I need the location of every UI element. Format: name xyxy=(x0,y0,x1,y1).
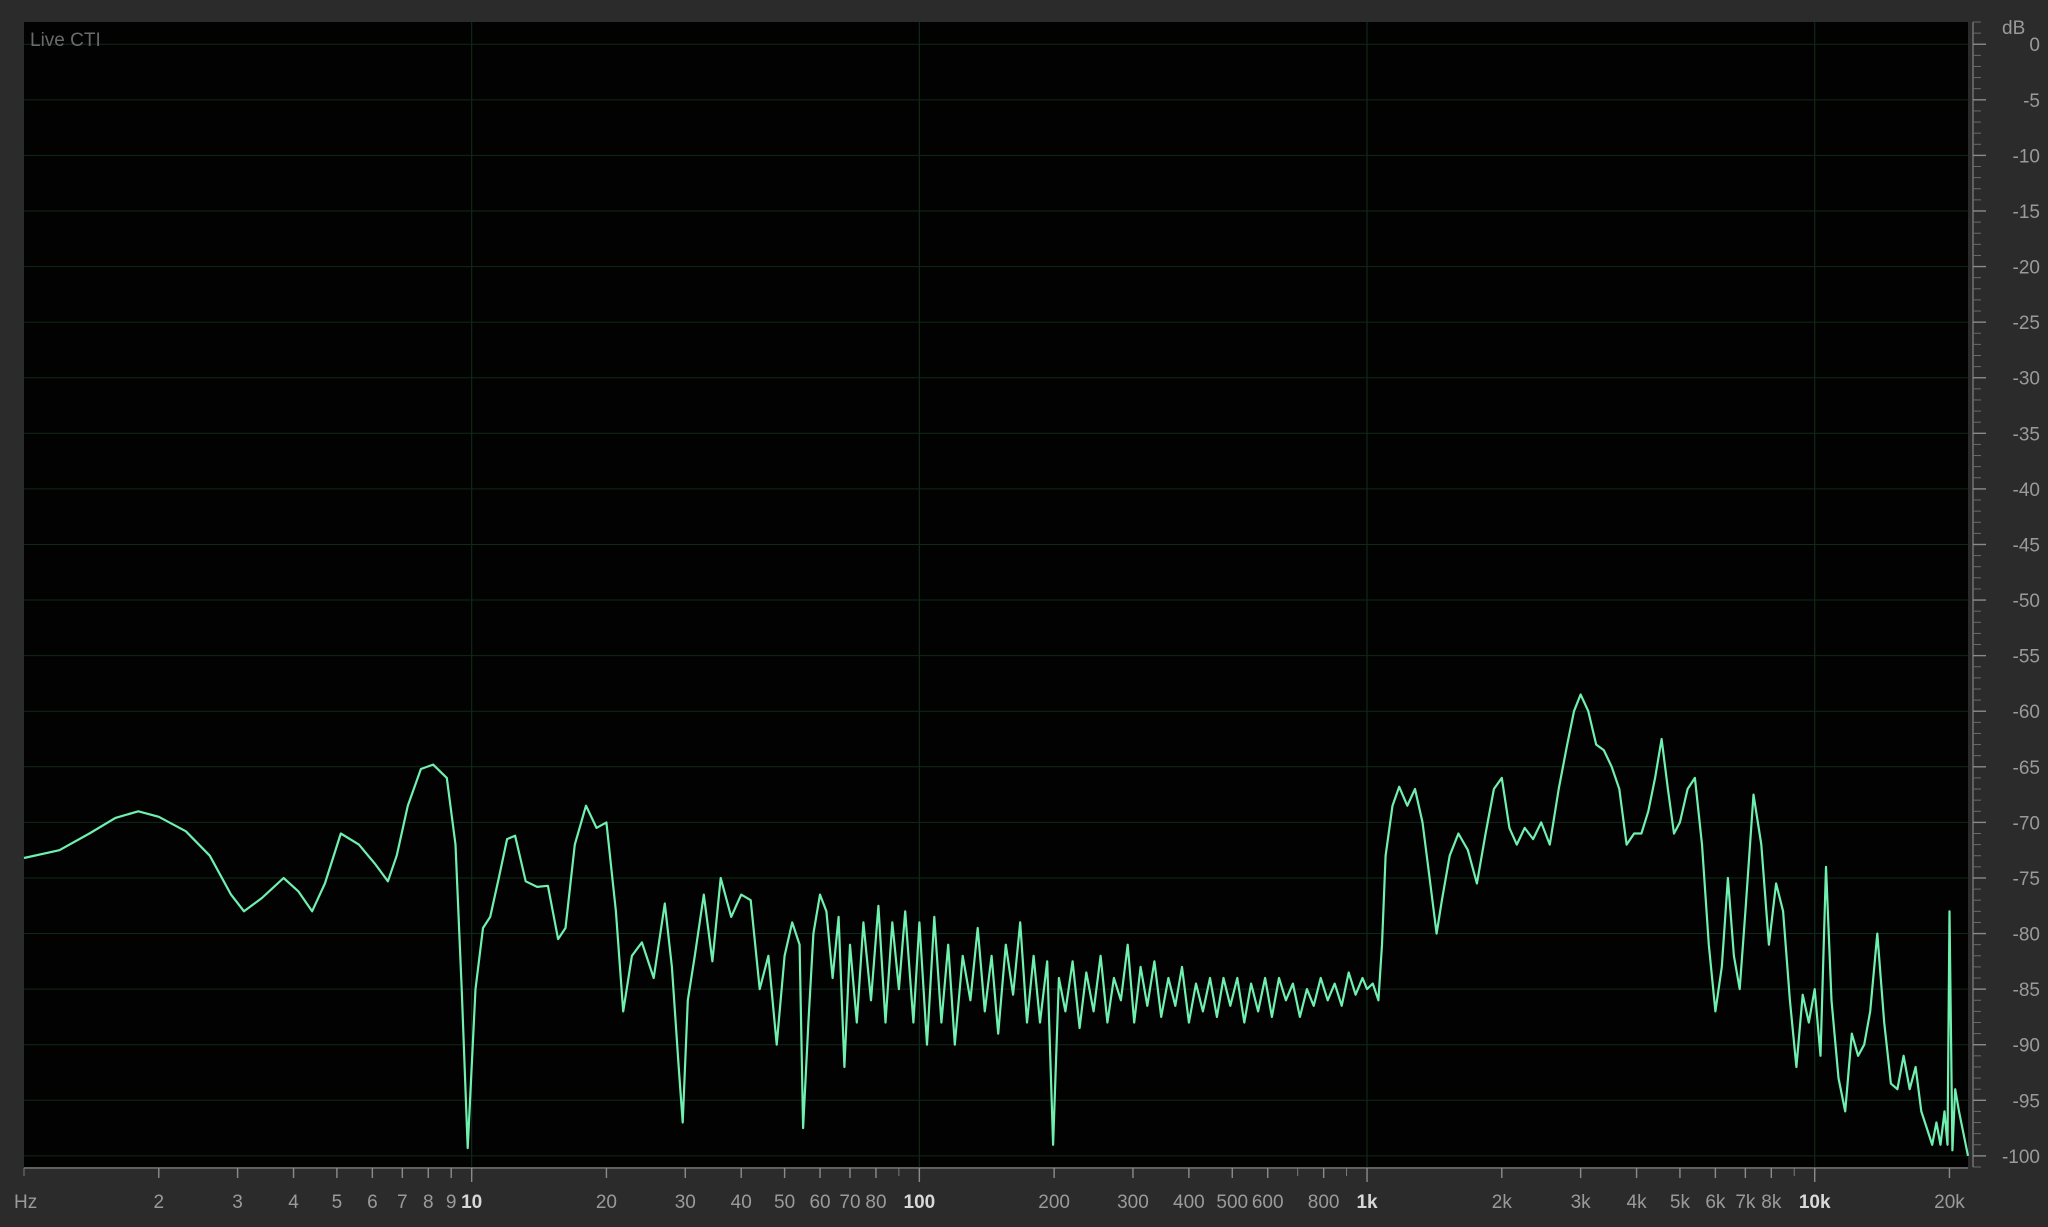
y-tick-label: -80 xyxy=(2013,925,2040,946)
x-tick-label: 80 xyxy=(865,1192,886,1213)
x-tick-label: 3 xyxy=(232,1192,243,1213)
x-tick-label: 1k xyxy=(1356,1192,1378,1213)
x-axis-unit-label: Hz xyxy=(14,1192,37,1213)
x-tick-label: 5k xyxy=(1670,1192,1691,1213)
y-tick-label: -85 xyxy=(2013,980,2040,1001)
x-tick-label: 2 xyxy=(153,1192,164,1213)
x-tick-label: 10 xyxy=(461,1192,482,1213)
x-tick-label: 200 xyxy=(1038,1192,1070,1213)
x-tick-label: 800 xyxy=(1308,1192,1340,1213)
x-tick-label: 9 xyxy=(446,1192,457,1213)
x-tick-label: 3k xyxy=(1571,1192,1592,1213)
x-tick-label: 600 xyxy=(1252,1192,1284,1213)
y-tick-label: -25 xyxy=(2013,313,2040,334)
x-tick-label: 10k xyxy=(1799,1192,1831,1213)
x-tick-label: 40 xyxy=(731,1192,752,1213)
x-tick-label: 30 xyxy=(675,1192,696,1213)
y-tick-label: -35 xyxy=(2013,424,2040,445)
y-axis-unit-label: dB xyxy=(2002,18,2025,39)
y-tick-label: -65 xyxy=(2013,758,2040,779)
y-tick-label: 0 xyxy=(2029,35,2040,56)
frequency-analyzer-chart: Live CTI 0 -5 -10 -15 -20 -25 -30 -35 -40 -45 -50 -… xyxy=(0,0,2048,1227)
x-tick-label: 7 xyxy=(397,1192,408,1213)
y-tick-label: -95 xyxy=(2013,1091,2040,1112)
x-tick-label: 8k xyxy=(1761,1192,1782,1213)
y-tick-label: -5 xyxy=(2023,91,2040,112)
y-tick-label: -90 xyxy=(2013,1036,2040,1057)
x-tick-label: 400 xyxy=(1173,1192,1205,1213)
x-tick-label: 5 xyxy=(332,1192,343,1213)
x-tick-label: 70 xyxy=(839,1192,860,1213)
x-tick-label: 300 xyxy=(1117,1192,1149,1213)
x-tick-label: 6 xyxy=(367,1192,378,1213)
y-tick-label: -20 xyxy=(2013,258,2040,279)
x-tick-label: 8 xyxy=(423,1192,434,1213)
y-tick-label: -15 xyxy=(2013,202,2040,223)
y-tick-label: -55 xyxy=(2013,647,2040,668)
x-tick-label: 6k xyxy=(1705,1192,1726,1213)
y-tick-label: -40 xyxy=(2013,480,2040,501)
x-tick-label: 4 xyxy=(288,1192,299,1213)
y-grid-lines xyxy=(24,43,1968,1157)
y-tick-label: -45 xyxy=(2013,535,2040,556)
panel-title: Live CTI xyxy=(30,30,101,51)
y-tick-label: -50 xyxy=(2013,591,2040,612)
y-tick-label: -70 xyxy=(2013,813,2040,834)
x-tick-label: 20k xyxy=(1934,1192,1965,1213)
y-tick-label: -100 xyxy=(2002,1147,2040,1168)
y-tick-label: -60 xyxy=(2013,702,2040,723)
x-tick-label: 50 xyxy=(774,1192,795,1213)
y-tick-label: -75 xyxy=(2013,869,2040,890)
x-tick-label: 500 xyxy=(1216,1192,1248,1213)
x-tick-label: 60 xyxy=(809,1192,830,1213)
x-tick-label: 2k xyxy=(1492,1192,1513,1213)
y-tick-label: -30 xyxy=(2013,369,2040,390)
x-tick-label: 4k xyxy=(1627,1192,1648,1213)
x-tick-label: 20 xyxy=(596,1192,617,1213)
y-tick-label: -10 xyxy=(2013,146,2040,167)
x-tick-label: 100 xyxy=(904,1192,936,1213)
x-tick-label: 7k xyxy=(1735,1192,1756,1213)
